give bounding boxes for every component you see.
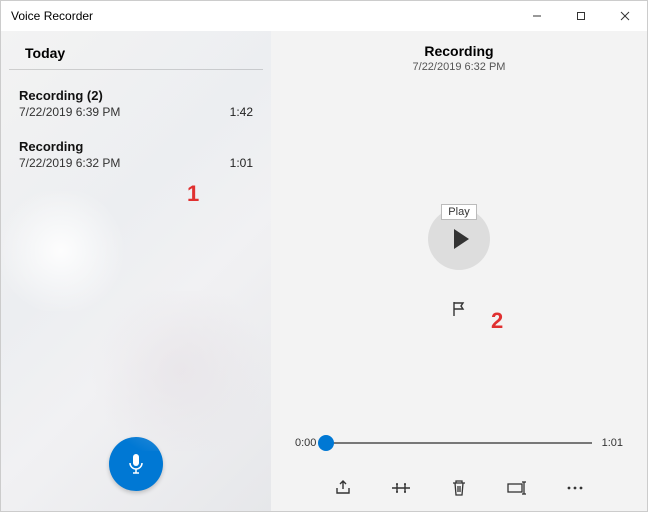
scrub-bar[interactable]: 0:00 1:01 [295, 437, 623, 449]
scrub-thumb[interactable] [318, 435, 334, 451]
add-marker-button[interactable] [448, 298, 470, 320]
minimize-button[interactable] [515, 1, 559, 31]
close-button[interactable] [603, 1, 647, 31]
flag-icon [450, 300, 468, 318]
trim-button[interactable] [390, 477, 412, 499]
time-total: 1:01 [602, 437, 623, 449]
time-current: 0:00 [295, 437, 316, 449]
more-button[interactable] [564, 477, 586, 499]
app-title: Voice Recorder [11, 9, 515, 23]
title-bar: Voice Recorder [1, 1, 647, 31]
recordings-list: Recording (2) 7/22/2019 6:39 PM 1:42 Rec… [1, 70, 271, 419]
play-icon [454, 229, 469, 249]
rename-icon [507, 481, 527, 495]
maximize-button[interactable] [559, 1, 603, 31]
recordings-sidebar: Today Recording (2) 7/22/2019 6:39 PM 1:… [1, 31, 271, 511]
delete-button[interactable] [448, 477, 470, 499]
detail-title: Recording [413, 43, 506, 59]
trash-icon [451, 479, 467, 497]
play-button[interactable]: Play [428, 208, 490, 270]
window-controls [515, 1, 647, 31]
record-button[interactable] [109, 437, 163, 491]
action-bar [271, 477, 647, 499]
microphone-icon [126, 452, 146, 476]
play-tooltip: Play [441, 204, 476, 220]
section-header-today: Today [9, 31, 263, 70]
recording-item[interactable]: Recording 7/22/2019 6:32 PM 1:01 [1, 129, 271, 180]
rename-button[interactable] [506, 477, 528, 499]
recording-title: Recording (2) [19, 88, 230, 103]
recording-date: 7/22/2019 6:39 PM [19, 105, 230, 119]
recording-date: 7/22/2019 6:32 PM [19, 156, 230, 170]
scrub-track[interactable] [326, 442, 591, 444]
share-button[interactable] [332, 477, 354, 499]
ellipsis-icon [566, 485, 584, 491]
detail-date: 7/22/2019 6:32 PM [413, 61, 506, 73]
recording-title: Recording [19, 139, 230, 154]
recording-duration: 1:01 [230, 156, 253, 170]
recording-item[interactable]: Recording (2) 7/22/2019 6:39 PM 1:42 [1, 78, 271, 129]
recording-duration: 1:42 [230, 105, 253, 119]
trim-icon [391, 479, 411, 497]
share-icon [334, 479, 352, 497]
detail-pane: Recording 7/22/2019 6:32 PM Play 0:00 [271, 31, 647, 511]
